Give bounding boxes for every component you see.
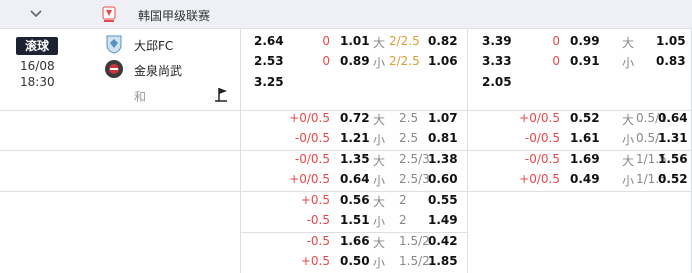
ht-alt-hc-line: -0/0.5 xyxy=(524,131,560,145)
ht-ou-over-odds[interactable]: 1.05 xyxy=(656,34,686,48)
ht-ou-under-label: 小 xyxy=(622,56,635,70)
ht-alt-ou-odds[interactable]: 1.31 xyxy=(658,131,688,145)
ft-alt-ou-label: 小 xyxy=(373,215,386,229)
ht-alt-ou-label: 大 xyxy=(622,154,635,168)
ft-ou-under-odds[interactable]: 1.06 xyxy=(428,54,458,68)
ft-alt-ou-odds[interactable]: 0.55 xyxy=(428,193,458,207)
ft-alt-ou-label: 大 xyxy=(373,236,386,250)
away-team-logo-icon xyxy=(105,60,123,78)
ft-alt-ou-line: 1.5/2 xyxy=(399,234,430,248)
ht-hc-away-line: 0 xyxy=(552,54,560,68)
ft-ou-over-line: 2/2.5 xyxy=(389,34,420,48)
ft-hc-home-odds[interactable]: 1.01 xyxy=(340,34,370,48)
ht-alt-ou-odds[interactable]: 0.52 xyxy=(658,172,688,186)
ft-alt-hc-odds[interactable]: 0.64 xyxy=(340,172,370,186)
chevron-down-icon[interactable] xyxy=(27,5,45,23)
ft-alt-ou-label: 小 xyxy=(373,256,386,270)
ft-alt-ou-label: 小 xyxy=(373,174,386,188)
ht-draw-odds[interactable]: 2.05 xyxy=(482,75,512,89)
ft-alt-ou-odds[interactable]: 1.49 xyxy=(428,213,458,227)
match-time: 18:30 xyxy=(20,75,55,89)
ft-alt-ou-odds[interactable]: 0.60 xyxy=(428,172,458,186)
ht-alt-hc-odds[interactable]: 1.69 xyxy=(570,152,600,166)
ft-alt-hc-odds[interactable]: 0.50 xyxy=(340,254,370,268)
league-icon xyxy=(102,6,116,22)
ft-alt-hc-line: +0.5 xyxy=(300,193,330,207)
draw-label: 和 xyxy=(134,90,147,104)
ft-alt-hc-odds[interactable]: 0.56 xyxy=(340,193,370,207)
ft-alt-hc-line: -0.5 xyxy=(306,213,330,227)
ht-alt-ou-label: 大 xyxy=(622,113,635,127)
league-name: 韩国甲级联赛 xyxy=(138,9,211,23)
ft-alt-ou-line: 2 xyxy=(399,213,407,227)
ft-draw-odds[interactable]: 3.25 xyxy=(254,75,284,89)
ft-alt-hc-odds[interactable]: 0.72 xyxy=(340,111,370,125)
divider xyxy=(0,150,692,151)
ft-alt-ou-label: 大 xyxy=(373,154,386,168)
ft-alt-ou-odds[interactable]: 1.38 xyxy=(428,152,458,166)
ft-alt-hc-odds[interactable]: 1.51 xyxy=(340,213,370,227)
divider xyxy=(240,29,241,273)
ht-ou-over-label: 大 xyxy=(622,36,635,50)
divider xyxy=(467,29,468,273)
ft-hc-home-line: 0 xyxy=(322,34,330,48)
ft-ou-under-label: 小 xyxy=(373,56,386,70)
home-team-name[interactable]: 大邱FC xyxy=(134,37,173,54)
match-date: 16/08 xyxy=(20,59,55,73)
ft-alt-ou-line: 2.5/3 xyxy=(399,172,430,186)
ht-home-win-odds[interactable]: 3.39 xyxy=(482,34,512,48)
ft-ou-over-label: 大 xyxy=(373,36,386,50)
ht-alt-hc-line: +0/0.5 xyxy=(519,111,560,125)
ft-alt-ou-odds[interactable]: 1.85 xyxy=(428,254,458,268)
divider xyxy=(240,232,467,233)
league-header[interactable]: 韩国甲级联赛 xyxy=(0,0,692,29)
ft-alt-hc-line: -0/0.5 xyxy=(294,131,330,145)
ht-away-win-odds[interactable]: 3.33 xyxy=(482,54,512,68)
ft-alt-ou-line: 1.5/2 xyxy=(399,254,430,268)
ft-ou-over-odds[interactable]: 0.82 xyxy=(428,34,458,48)
ft-alt-ou-odds[interactable]: 0.42 xyxy=(428,234,458,248)
ft-alt-ou-label: 大 xyxy=(373,195,386,209)
ht-hc-away-odds[interactable]: 0.91 xyxy=(570,54,600,68)
ft-alt-hc-line: -0/0.5 xyxy=(294,152,330,166)
ht-ou-under-odds[interactable]: 0.83 xyxy=(656,54,686,68)
ht-alt-hc-odds[interactable]: 1.61 xyxy=(570,131,600,145)
away-team-name[interactable]: 金泉尚武 xyxy=(134,62,182,79)
ft-home-win-odds[interactable]: 2.64 xyxy=(254,34,284,48)
ft-alt-ou-label: 小 xyxy=(373,133,386,147)
ft-alt-ou-line: 2.5 xyxy=(399,111,419,125)
ht-alt-hc-line: +0/0.5 xyxy=(519,172,560,186)
ht-alt-ou-label: 小 xyxy=(622,174,635,188)
ft-alt-ou-line: 2.5 xyxy=(399,131,419,145)
ht-alt-hc-line: -0/0.5 xyxy=(524,152,560,166)
ht-alt-ou-odds[interactable]: 0.64 xyxy=(658,111,688,125)
ft-alt-ou-label: 大 xyxy=(373,113,386,127)
ft-away-win-odds[interactable]: 2.53 xyxy=(254,54,284,68)
divider xyxy=(0,191,692,192)
ft-ou-under-line: 2/2.5 xyxy=(389,54,420,68)
ft-alt-hc-line: +0.5 xyxy=(300,254,330,268)
live-status-badge: 滚球 xyxy=(16,37,58,55)
ht-alt-ou-odds[interactable]: 1.56 xyxy=(658,152,688,166)
ft-alt-hc-line: +0/0.5 xyxy=(289,172,330,186)
ht-alt-hc-odds[interactable]: 0.52 xyxy=(570,111,600,125)
ht-hc-home-line: 0 xyxy=(552,34,560,48)
ht-alt-ou-label: 小 xyxy=(622,133,635,147)
ft-alt-hc-line: -0.5 xyxy=(306,234,330,248)
ft-alt-hc-odds[interactable]: 1.66 xyxy=(340,234,370,248)
ft-alt-hc-odds[interactable]: 1.35 xyxy=(340,152,370,166)
ft-alt-hc-line: +0/0.5 xyxy=(289,111,330,125)
ft-hc-away-line: 0 xyxy=(322,54,330,68)
ft-hc-away-odds[interactable]: 0.89 xyxy=(340,54,370,68)
ft-alt-ou-odds[interactable]: 0.81 xyxy=(428,131,458,145)
ft-alt-ou-line: 2.5/3 xyxy=(399,152,430,166)
flag-icon[interactable] xyxy=(213,85,231,103)
ht-alt-hc-odds[interactable]: 0.49 xyxy=(570,172,600,186)
ft-alt-hc-odds[interactable]: 1.21 xyxy=(340,131,370,145)
home-team-logo-icon xyxy=(106,35,122,54)
ft-alt-ou-odds[interactable]: 1.07 xyxy=(428,111,458,125)
ht-hc-home-odds[interactable]: 0.99 xyxy=(570,34,600,48)
ft-alt-ou-line: 2 xyxy=(399,193,407,207)
